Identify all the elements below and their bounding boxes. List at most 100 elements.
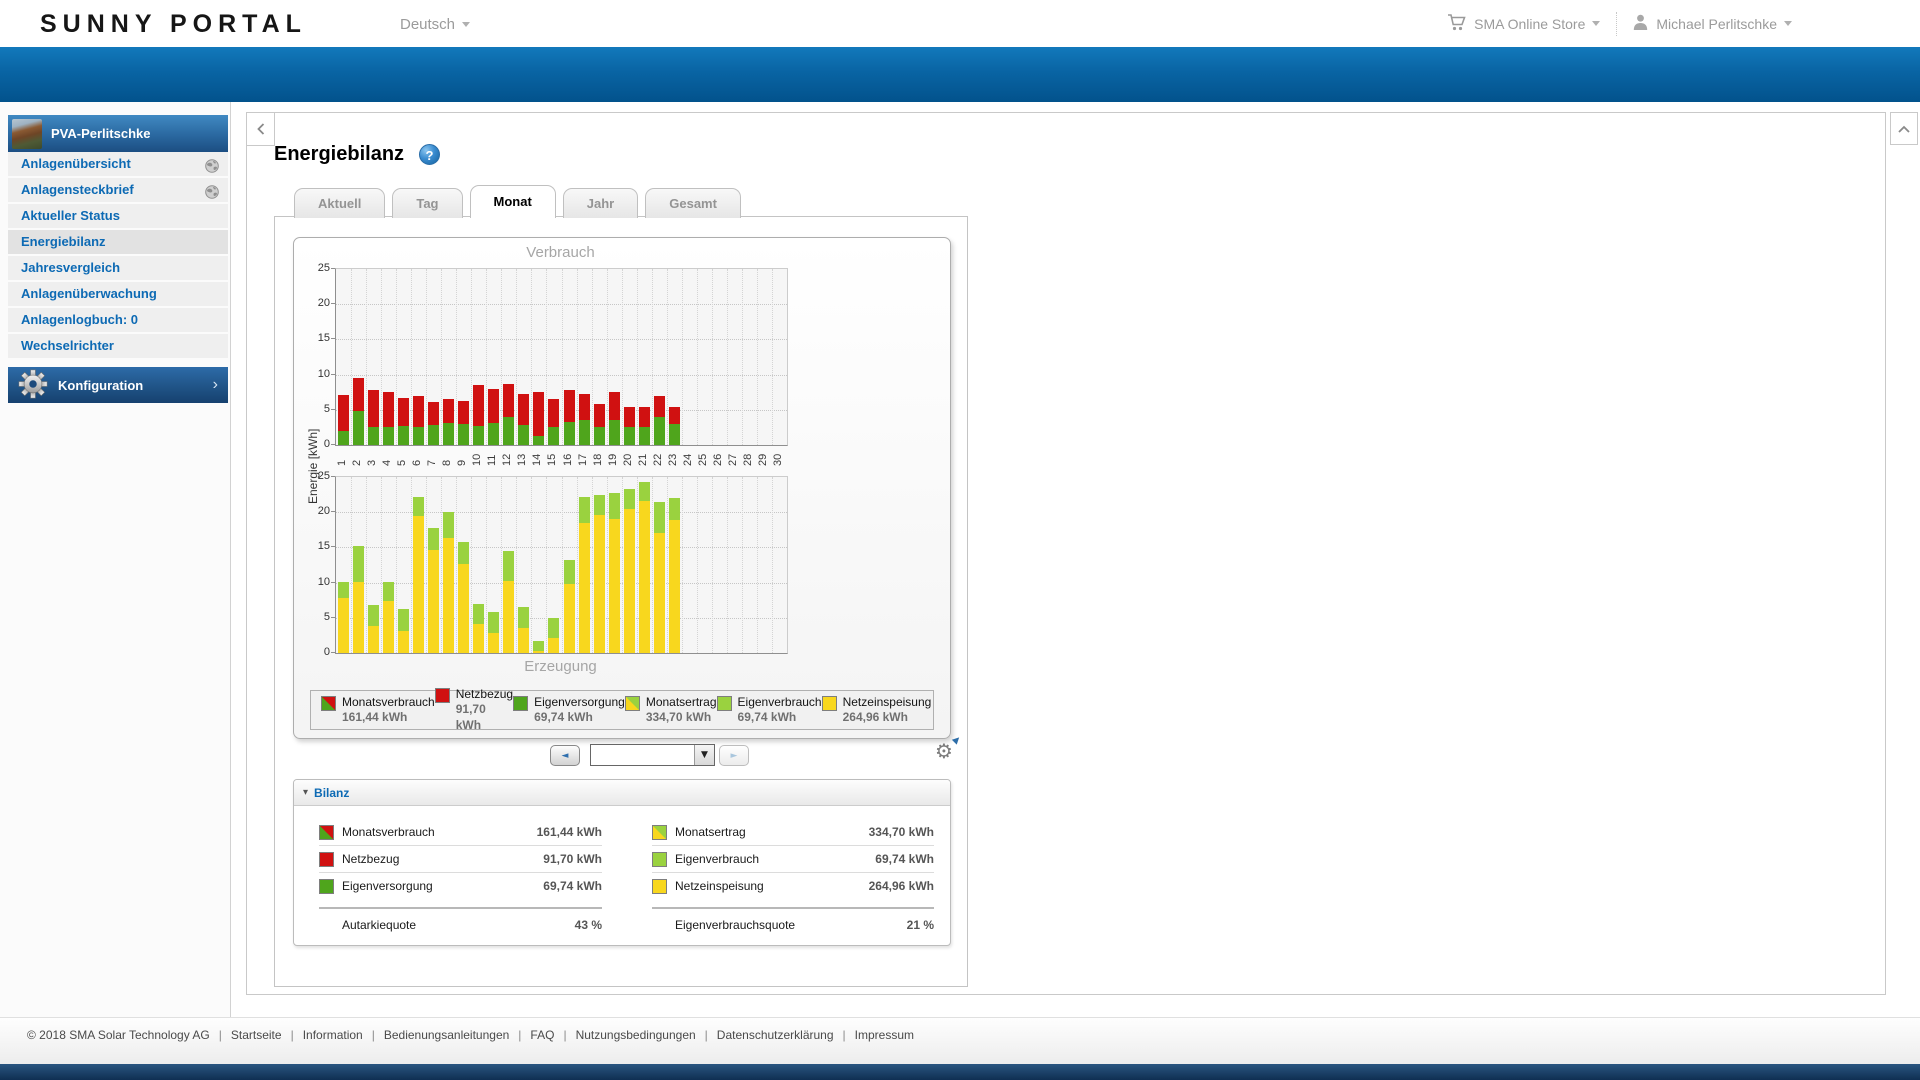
bar-segment-eigenversorgung: [609, 420, 620, 445]
sidebar-item-wechselrichter[interactable]: Wechselrichter: [8, 334, 228, 358]
bar-segment-netzeinspeisung: [518, 628, 529, 653]
x-tick-label: 27: [727, 453, 739, 466]
gridline: [607, 477, 608, 653]
prev-month-button[interactable]: ◄: [550, 744, 580, 766]
gridline: [546, 477, 547, 653]
sidebar-item-energiebilanz[interactable]: Energiebilanz: [8, 230, 228, 254]
bottom-brand-bar: [0, 1064, 1920, 1080]
sidebar-item-anlagenuebersicht[interactable]: Anlagenübersicht: [8, 152, 228, 176]
footer-link-information[interactable]: Information: [303, 1028, 363, 1042]
footer-link-datenschutzerkl-rung[interactable]: Datenschutzerklärung: [717, 1028, 834, 1042]
tab-tag[interactable]: Tag: [392, 188, 463, 218]
gridline: [501, 269, 502, 445]
tab-gesamt[interactable]: Gesamt: [645, 188, 741, 218]
sidebar-item-konfiguration[interactable]: Konfiguration ›: [8, 367, 228, 403]
bar-segment-eigenverbrauch: [443, 512, 454, 538]
language-label: Deutsch: [400, 16, 456, 33]
quote-label: Autarkiequote: [342, 918, 417, 932]
gridline: [456, 477, 457, 653]
footer-separator: |: [218, 1028, 222, 1042]
gridline: [426, 477, 427, 653]
legend-entry-netzbezug: Netzbezug 91,70 kWh: [434, 687, 513, 733]
x-tick-label: 21: [637, 453, 649, 466]
bar-segment-eigenverbrauch: [609, 492, 620, 519]
help-icon[interactable]: ?: [419, 144, 441, 165]
sidebar-item-label: Anlagenüberwachung: [21, 286, 157, 301]
gridline: [712, 269, 713, 445]
balance-panel-header[interactable]: ▾ Bilanz: [294, 780, 950, 806]
gridline: [757, 477, 758, 653]
footer-separator: |: [842, 1028, 846, 1042]
footer-separator: |: [290, 1028, 294, 1042]
legend-entry-monatsverbrauch: Monatsverbrauch 161,44 kWh: [321, 695, 435, 725]
footer-link-faq[interactable]: FAQ: [530, 1028, 554, 1042]
sidebar-item-anlagenlogbuch[interactable]: Anlagenlogbuch: 0: [8, 308, 228, 332]
gridline: [396, 269, 397, 445]
plant-header[interactable]: PVA-Perlitschke: [8, 115, 228, 152]
legend-text: Eigenversorgung 69,74 kWh: [534, 695, 625, 725]
sidebar-item-label: Anlagenlogbuch: 0: [21, 312, 138, 327]
sidebar-item-anlagenueberwachung[interactable]: Anlagenüberwachung: [8, 282, 228, 306]
bar-segment-eigenverbrauch: [488, 611, 499, 634]
sidebar-item-jahresvergleich[interactable]: Jahresvergleich: [8, 256, 228, 280]
legend-label: Netzeinspeisung: [842, 695, 932, 709]
chevron-down-icon: ▼: [694, 745, 714, 765]
gridline: [441, 477, 442, 653]
tab-aktuell[interactable]: Aktuell: [294, 188, 386, 218]
quote-value: 43 %: [574, 918, 602, 932]
y-tick-mark: [331, 476, 335, 477]
bar-segment-eigenversorgung: [413, 426, 424, 445]
footer-link-startseite[interactable]: Startseite: [231, 1028, 282, 1042]
balance-row-eigenversorgung: Eigenversorgung 69,74 kWh: [319, 873, 602, 899]
chart-settings-button[interactable]: ⚙ ▲: [935, 734, 962, 763]
bar-segment-eigenverbrauch: [458, 541, 469, 564]
bar-segment-eigenversorgung: [639, 427, 650, 445]
bar-segment-netzbezug: [594, 403, 605, 427]
sidebar-item-anlagensteckbrief[interactable]: Anlagensteckbrief: [8, 178, 228, 202]
bar-segment-eigenversorgung: [594, 426, 605, 445]
split-green-yellow-swatch-icon: [624, 696, 640, 711]
gridline: [637, 269, 638, 445]
y-tick-mark: [331, 408, 335, 410]
sma-online-store-link[interactable]: SMA Online Store: [1447, 13, 1601, 34]
bar-segment-netzeinspeisung: [594, 515, 605, 653]
light-green-swatch-icon: [716, 696, 732, 711]
x-tick-label: 10: [471, 453, 483, 466]
user-menu[interactable]: Michael Perlitschke: [1633, 14, 1792, 33]
bar-segment-netzeinspeisung: [503, 580, 514, 653]
language-selector[interactable]: Deutsch: [400, 16, 471, 33]
gridline: [772, 269, 773, 445]
bar-segment-netzbezug: [624, 407, 635, 427]
collapse-panel-button[interactable]: [246, 112, 275, 146]
gridline: [351, 477, 352, 653]
legend-label: Eigenversorgung: [534, 695, 625, 709]
footer-link-bedienungsanleitungen[interactable]: Bedienungsanleitungen: [384, 1028, 509, 1042]
bar-segment-netzbezug: [639, 407, 650, 428]
footer-link-nutzungsbedingungen[interactable]: Nutzungsbedingungen: [576, 1028, 696, 1042]
tab-jahr[interactable]: Jahr: [562, 188, 639, 218]
bar-segment-eigenverbrauch: [338, 581, 349, 599]
next-month-button[interactable]: ►: [719, 744, 749, 766]
header-right-cluster: SMA Online Store Michael Perlitschke: [1447, 0, 1792, 47]
sidebar-item-aktueller-status[interactable]: Aktueller Status: [8, 204, 228, 228]
bar-segment-eigenversorgung: [533, 435, 544, 445]
bar-segment-eigenverbrauch: [413, 496, 424, 517]
y-tick-label: 5: [323, 610, 330, 623]
balance-row-value: 161,44 kWh: [536, 825, 602, 839]
tab-monat[interactable]: Monat: [469, 185, 556, 218]
gridline: [742, 269, 743, 445]
balance-row-monatsertrag: Monatsertrag 334,70 kWh: [652, 819, 934, 846]
bar-segment-netzbezug: [503, 384, 514, 417]
x-tick-label: 5: [396, 459, 408, 466]
footer-link-impressum[interactable]: Impressum: [855, 1028, 914, 1042]
scroll-top-button[interactable]: [1890, 112, 1918, 145]
x-tick-label: 24: [682, 453, 694, 466]
sunny-portal-logo[interactable]: SUNNY PORTAL: [40, 10, 307, 39]
period-select[interactable]: ▼: [590, 744, 715, 766]
legend-value: 161,44 kWh: [342, 710, 408, 724]
y-tick-mark: [331, 546, 335, 548]
bar-segment-netzbezug: [458, 400, 469, 424]
gridline: [697, 269, 698, 445]
chevron-down-icon: [1784, 21, 1792, 26]
quote-label: Eigenverbrauchsquote: [675, 918, 796, 932]
